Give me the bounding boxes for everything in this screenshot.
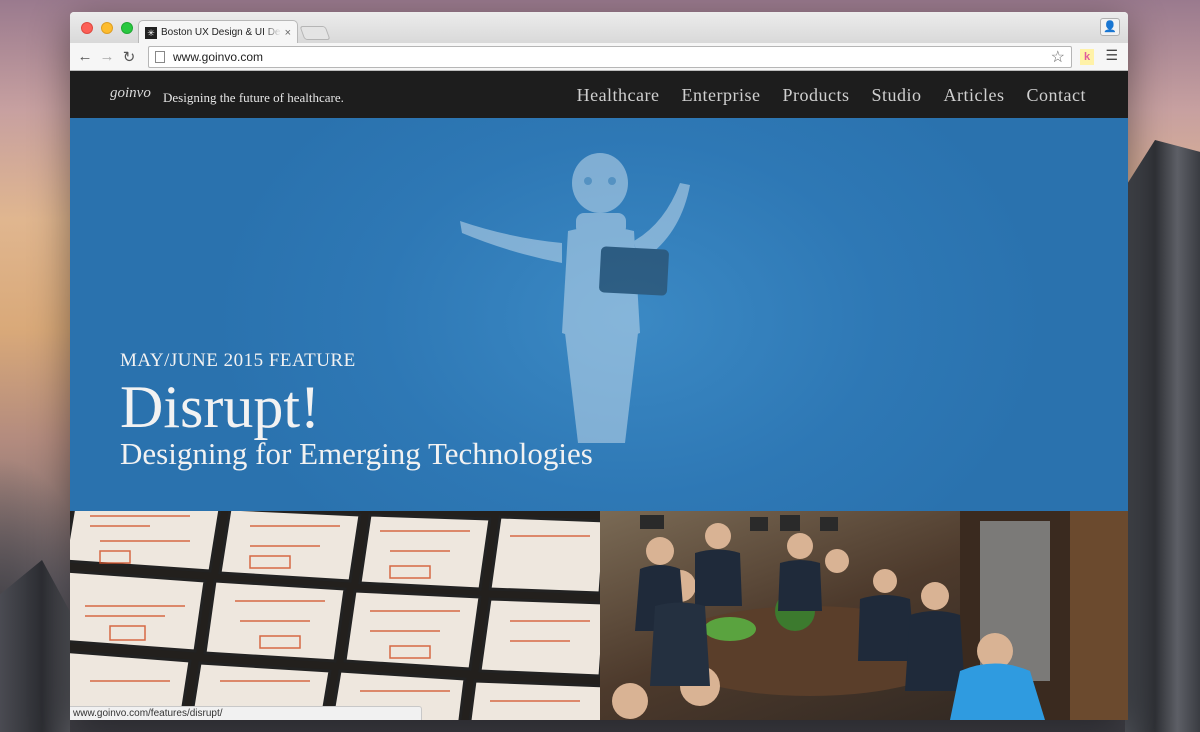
- nav-link-healthcare[interactable]: Healthcare: [577, 85, 660, 106]
- reload-icon[interactable]: ↻: [118, 48, 140, 66]
- back-arrow-icon[interactable]: ←: [74, 48, 96, 65]
- forward-arrow-icon[interactable]: →: [96, 48, 118, 65]
- nav-link-contact[interactable]: Contact: [1027, 85, 1087, 106]
- hero-banner[interactable]: MAY/JUNE 2015 FEATURE Disrupt! Designing…: [70, 118, 1128, 511]
- site-nav: Healthcare Enterprise Products Studio Ar…: [577, 85, 1086, 106]
- hero-text: MAY/JUNE 2015 FEATURE Disrupt! Designing…: [120, 350, 593, 472]
- profile-icon[interactable]: 👤: [1100, 18, 1120, 36]
- site-tagline: Designing the future of healthcare.: [163, 90, 344, 105]
- webpage: goinvo Designing the future of healthcar…: [70, 71, 1128, 720]
- minimize-window-button[interactable]: [101, 22, 113, 34]
- site-header: goinvo Designing the future of healthcar…: [70, 71, 1128, 118]
- menu-icon[interactable]: ☰: [1105, 47, 1118, 64]
- maximize-window-button[interactable]: [121, 22, 133, 34]
- hero-subtitle: Designing for Emerging Technologies: [120, 436, 593, 471]
- favicon-icon: ✳: [145, 26, 157, 39]
- browser-window: ✳ Boston UX Design & UI Design × 👤 ← → ↻…: [70, 12, 1128, 720]
- hero-kicker: MAY/JUNE 2015 FEATURE: [120, 350, 356, 371]
- nav-link-enterprise[interactable]: Enterprise: [682, 85, 761, 106]
- nav-link-products[interactable]: Products: [783, 85, 850, 106]
- wallpaper-rock-right: [1125, 140, 1200, 732]
- hero-title[interactable]: Disrupt!: [120, 374, 593, 440]
- site-logo[interactable]: goinvo: [110, 85, 151, 102]
- team-image: [612, 511, 1128, 720]
- window-controls: [81, 22, 133, 34]
- tab-title: Boston UX Design & UI Design: [161, 27, 281, 38]
- team-photo[interactable]: [600, 511, 1128, 720]
- feature-tiles: [70, 511, 1128, 720]
- address-bar[interactable]: www.goinvo.com ☆: [148, 46, 1072, 68]
- tab-strip: ✳ Boston UX Design & UI Design × 👤: [70, 12, 1128, 44]
- bookmark-star-icon[interactable]: ☆: [1051, 47, 1065, 67]
- link-status-bar: www.goinvo.com/features/disrupt/: [70, 706, 422, 720]
- sketches-photo[interactable]: [70, 511, 600, 720]
- sketches-image: [70, 511, 600, 720]
- page-icon: [155, 51, 165, 63]
- new-tab-button[interactable]: [299, 26, 331, 40]
- url-text: www.goinvo.com: [173, 50, 264, 64]
- tab-close-icon[interactable]: ×: [285, 27, 291, 39]
- extension-icon[interactable]: k: [1080, 49, 1094, 65]
- nav-link-articles[interactable]: Articles: [944, 85, 1005, 106]
- nav-link-studio[interactable]: Studio: [872, 85, 922, 106]
- browser-toolbar: ← → ↻ www.goinvo.com ☆ k ☰: [70, 43, 1128, 71]
- browser-tab[interactable]: ✳ Boston UX Design & UI Design ×: [138, 20, 298, 44]
- close-window-button[interactable]: [81, 22, 93, 34]
